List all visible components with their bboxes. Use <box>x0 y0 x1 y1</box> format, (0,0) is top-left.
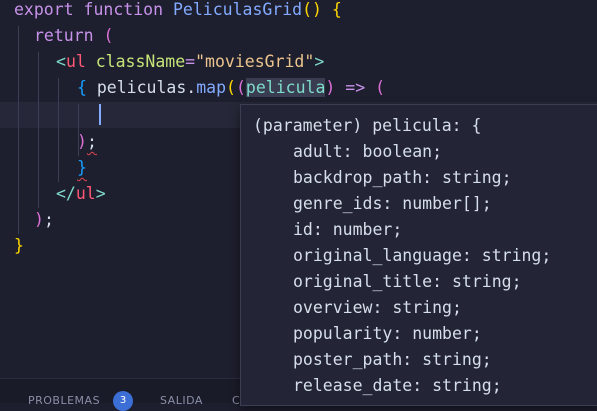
field-type: boolean <box>362 142 433 161</box>
identifier: peliculas <box>96 78 187 97</box>
code-line-8: </ul> <box>56 181 106 207</box>
tab-partial[interactable]: C <box>232 394 240 407</box>
hover-field: overview: string; <box>293 298 462 317</box>
field-type: number <box>332 220 393 239</box>
code-line-4: { peliculas.map((pelicula) => ( <box>77 75 385 101</box>
paren: ( <box>103 26 114 45</box>
hover-field: adult: boolean; <box>293 142 443 161</box>
code-line-9: ); <box>34 207 54 233</box>
code-line-3: <ul className="moviesGrid"> <box>56 49 324 75</box>
hover-field: backdrop_path: string; <box>293 168 512 187</box>
attribute-value: "moviesGrid" <box>195 52 315 71</box>
tag-bracket: </ <box>56 184 76 203</box>
dot: . <box>186 78 197 97</box>
keyword: export <box>14 0 74 19</box>
field-type: string <box>392 298 452 317</box>
brace: { <box>331 0 342 19</box>
field-key: popularity <box>293 324 393 343</box>
code-line-2: return ( <box>34 23 113 49</box>
tab-output[interactable]: SALIDA <box>160 394 203 407</box>
paren: ( <box>226 78 236 97</box>
equals-sign: = <box>185 52 196 71</box>
parameter-highlighted[interactable]: pelicula <box>245 78 326 97</box>
field-type: string <box>481 246 542 265</box>
function-name: PeliculasGrid <box>172 0 303 19</box>
method-name: map <box>196 78 227 97</box>
parens: () <box>302 0 322 19</box>
code-line-6: ); <box>77 129 97 155</box>
indent-guide <box>38 52 39 208</box>
tag-name: ul <box>75 184 96 203</box>
field-type: string <box>442 168 502 187</box>
field-key: original_language <box>293 246 462 265</box>
field-type: number[] <box>402 194 482 213</box>
hover-field: release_date: string; <box>293 376 502 395</box>
hover-field: poster_path: string; <box>293 350 492 369</box>
problems-count-badge: 3 <box>113 391 133 411</box>
field-key: genre_ids <box>293 194 383 213</box>
indent-guide <box>18 26 19 234</box>
hover-field: id: number; <box>293 220 403 239</box>
field-type: string <box>432 376 492 395</box>
brace: } <box>14 236 24 255</box>
hover-field: popularity: number; <box>293 324 482 343</box>
hover-tooltip: (parameter) pelicula: { adult: boolean; b… <box>240 104 597 406</box>
field-key: id <box>293 220 313 239</box>
field-type: number <box>412 324 472 343</box>
paren: ) <box>325 78 336 97</box>
field-type: string <box>451 272 512 291</box>
paren: ) <box>77 132 87 151</box>
arrow-operator: => <box>345 78 366 97</box>
tag-bracket: > <box>95 184 106 203</box>
keyword: function <box>83 0 164 19</box>
field-key: poster_path <box>293 350 403 369</box>
brace: { <box>77 78 87 97</box>
tag-name: ul <box>65 52 86 71</box>
field-key: release_date <box>293 376 413 395</box>
attribute-name: className <box>95 52 186 71</box>
tag-bracket: > <box>314 52 325 71</box>
hover-field: original_title: string; <box>293 272 522 291</box>
text-cursor <box>99 104 101 125</box>
code-line-7: } <box>77 155 87 181</box>
field-key: overview <box>293 298 373 317</box>
field-key: adult <box>293 142 343 161</box>
code-line-10: } <box>14 233 24 259</box>
keyword: return <box>34 26 94 45</box>
tab-problems[interactable]: PROBLEMAS <box>28 394 100 407</box>
code-line-1: export function PeliculasGrid() { <box>14 0 342 23</box>
indent-guide <box>58 78 59 182</box>
field-type: string <box>422 350 482 369</box>
paren: ) <box>34 210 44 229</box>
semicolon: ; <box>43 210 54 229</box>
hover-field: genre_ids: number[]; <box>293 194 492 213</box>
paren: ( <box>235 78 246 97</box>
tag-bracket: < <box>56 52 66 71</box>
hover-field: original_language: string; <box>293 246 552 265</box>
semicolon-error: ; <box>86 132 97 151</box>
hover-header: (parameter) pelicula: { <box>253 116 482 135</box>
paren: ( <box>375 78 386 97</box>
field-key: backdrop_path <box>293 168 423 187</box>
field-key: original_title <box>293 272 433 291</box>
brace-error: } <box>77 158 87 177</box>
